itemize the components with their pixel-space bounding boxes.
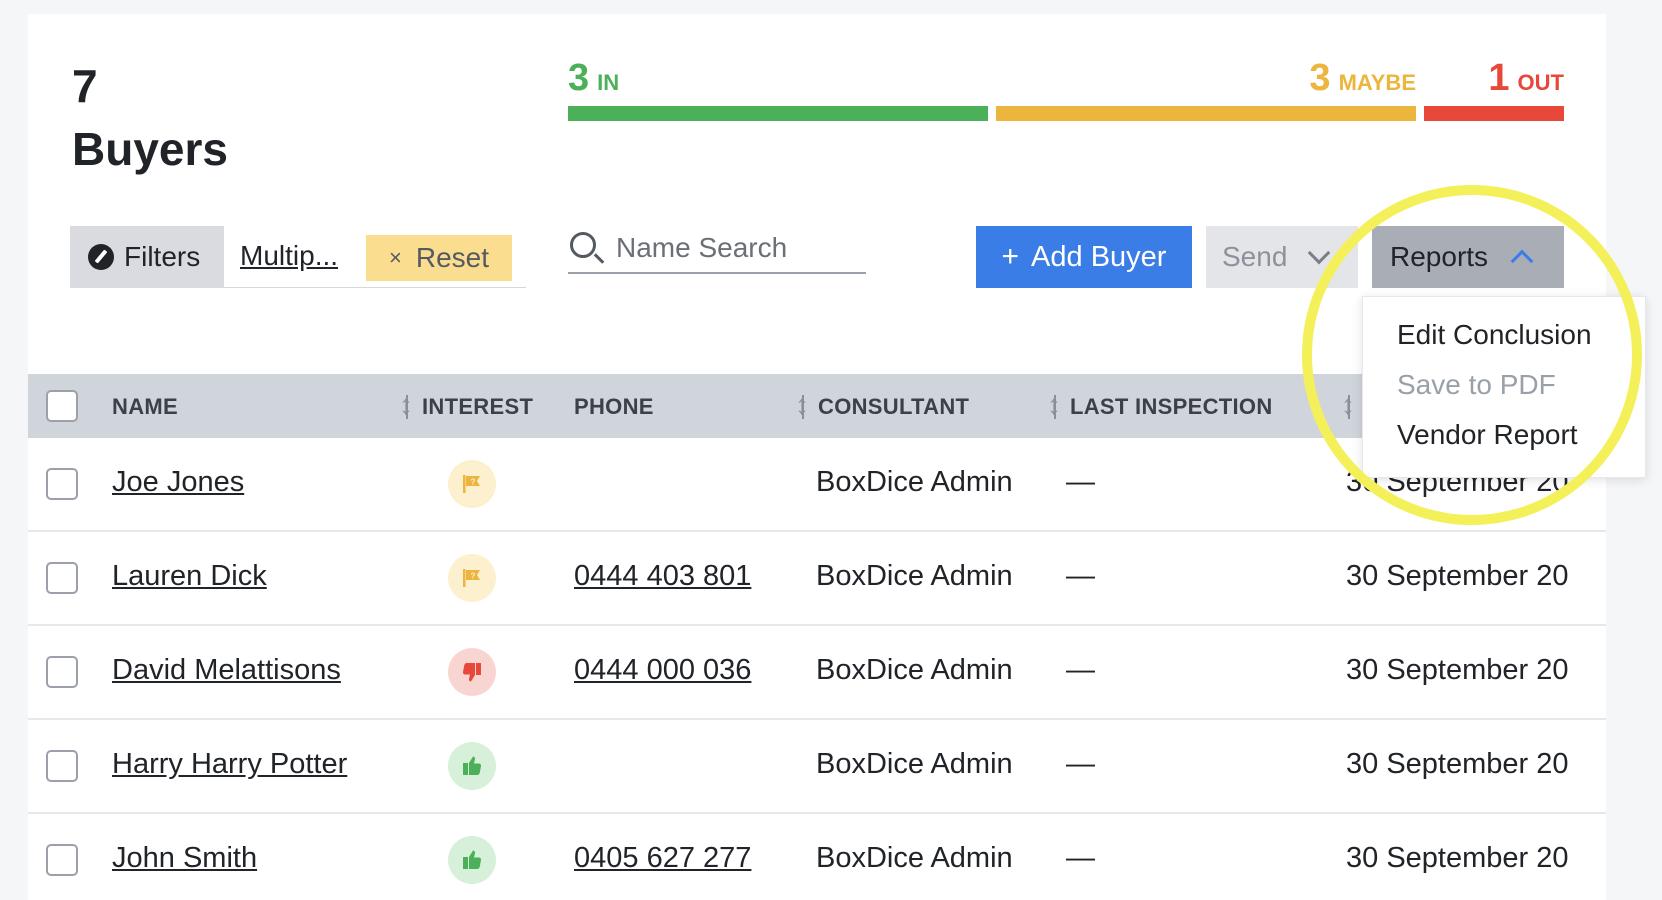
phone-link[interactable]: 0405 627 277	[574, 842, 751, 875]
row-checkbox[interactable]	[46, 844, 78, 876]
interest-in-bar	[568, 106, 988, 121]
chevron-down-icon	[1308, 241, 1331, 265]
buyer-name-link[interactable]: Lauren Dick	[112, 560, 267, 593]
buyer-name-link[interactable]: Harry Harry Potter	[112, 748, 347, 781]
consultant: BoxDice Admin	[816, 654, 1013, 686]
add-buyer-label: Add Buyer	[1031, 240, 1167, 273]
close-icon: ×	[388, 245, 402, 270]
row-checkbox[interactable]	[46, 468, 78, 500]
name-search	[568, 224, 866, 274]
thumbs-down-icon	[448, 648, 496, 696]
search-icon	[570, 232, 596, 258]
thumbs-up-icon	[448, 836, 496, 884]
phone-link[interactable]: 0444 403 801	[574, 560, 751, 593]
reset-button[interactable]: × Reset	[366, 235, 512, 281]
filters-label: Filters	[124, 241, 201, 272]
active-filter: Multip... × Reset	[224, 226, 526, 288]
header-name[interactable]: NAME	[112, 394, 178, 420]
interest-out-bar	[1424, 106, 1564, 121]
header-phone[interactable]: PHONE	[574, 394, 654, 420]
sort-icon[interactable]	[1047, 390, 1061, 422]
flag-question-icon: ?	[448, 460, 496, 508]
last-inspection: —	[1066, 560, 1095, 592]
sort-icon[interactable]	[399, 390, 413, 422]
thumbs-up-icon	[448, 742, 496, 790]
buyer-name-link[interactable]: Joe Jones	[112, 466, 244, 499]
table-row: David Melattisons 0444 000 036 BoxDice A…	[28, 626, 1606, 720]
flag-question-icon: ?	[448, 554, 496, 602]
interest-in-count: 3	[568, 57, 590, 99]
header-consultant[interactable]: CONSULTANT	[818, 394, 969, 420]
header-interest[interactable]: INTEREST	[422, 394, 533, 420]
svg-text:?: ?	[471, 478, 476, 487]
last-inspection: —	[1066, 654, 1095, 686]
consultant: BoxDice Admin	[816, 842, 1013, 874]
row-checkbox[interactable]	[46, 750, 78, 782]
last-inspection: —	[1066, 466, 1095, 498]
svg-text:?: ?	[471, 572, 476, 581]
interest-maybe-count: 3	[1309, 57, 1331, 99]
edit-circle-icon	[88, 244, 114, 270]
last-inspection: —	[1066, 842, 1095, 874]
buyer-name-link[interactable]: John Smith	[112, 842, 257, 875]
consultant: BoxDice Admin	[816, 560, 1013, 592]
header-last-inspection[interactable]: LAST INSPECTION	[1070, 394, 1273, 420]
filters-button[interactable]: Filters	[70, 226, 224, 288]
send-label: Send	[1222, 241, 1288, 272]
plus-icon: +	[1001, 240, 1020, 273]
table-row: Lauren Dick ? 0444 403 801 BoxDice Admin…	[28, 532, 1606, 626]
reset-label: Reset	[415, 242, 489, 273]
buyers-label: Buyers	[72, 123, 228, 175]
table-row: Harry Harry Potter BoxDice Admin — 30 Se…	[28, 720, 1606, 814]
consultant: BoxDice Admin	[816, 466, 1013, 498]
sort-icon[interactable]	[795, 390, 809, 422]
interest-out-label: OUT	[1517, 70, 1564, 95]
date: 30 September 20	[1346, 560, 1569, 592]
highlight-circle	[1302, 185, 1642, 525]
interest-out-count: 1	[1488, 57, 1510, 99]
consultant: BoxDice Admin	[816, 748, 1013, 780]
phone-link[interactable]: 0444 000 036	[574, 654, 751, 687]
date: 30 September 20	[1346, 748, 1569, 780]
name-search-input[interactable]	[616, 228, 856, 268]
date: 30 September 20	[1346, 842, 1569, 874]
interest-in-label: IN	[597, 70, 620, 95]
interest-maybe-bar	[996, 106, 1416, 121]
date: 30 September 20	[1346, 654, 1569, 686]
select-all-checkbox[interactable]	[46, 390, 78, 422]
last-inspection: —	[1066, 748, 1095, 780]
table-row: John Smith 0405 627 277 BoxDice Admin — …	[28, 814, 1606, 900]
row-checkbox[interactable]	[46, 562, 78, 594]
add-buyer-button[interactable]: + Add Buyer	[976, 226, 1192, 288]
interest-maybe-label: MAYBE	[1338, 70, 1416, 95]
filter-value-link[interactable]: Multip...	[240, 240, 338, 272]
buyers-count: 7	[72, 60, 98, 112]
row-checkbox[interactable]	[46, 656, 78, 688]
buyer-name-link[interactable]: David Melattisons	[112, 654, 341, 687]
